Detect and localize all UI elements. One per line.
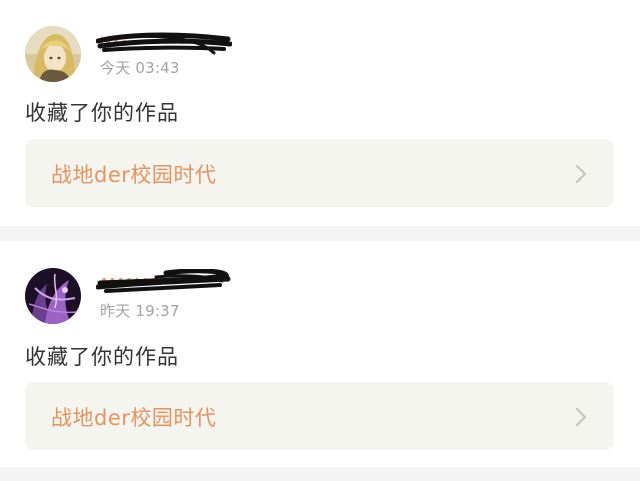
notification-card: •••••••••• 昨天 19:37 收藏了你的作品 战地der校园时代 [0,241,640,467]
chevron-right-icon [575,164,587,184]
work-link[interactable]: 战地der校园时代 [25,382,614,450]
work-title: 战地der校园时代 [51,406,217,430]
username-redacted[interactable]: •••••••••• [96,269,232,295]
work-link[interactable]: 战地der校园时代 [25,139,614,207]
user-avatar[interactable] [25,268,81,324]
action-text: 收藏了你的作品 [25,101,179,125]
avatar-purple-character-icon [25,268,81,324]
redaction-scribble-icon [96,32,232,55]
action-text: 收藏了你的作品 [25,345,179,369]
chevron-right-icon [575,407,587,427]
notification-card: l•••••••••• 今天 03:43 收藏了你的作品 战地der校园时代 [0,0,640,226]
work-title: 战地der校园时代 [51,163,217,187]
user-avatar[interactable] [25,26,81,82]
redaction-scribble-icon [96,269,231,293]
timestamp: 昨天 19:37 [100,302,180,320]
username-redacted[interactable]: l•••••••••• [96,31,232,57]
timestamp: 今天 03:43 [100,59,180,77]
avatar-blonde-character-icon [25,26,81,82]
